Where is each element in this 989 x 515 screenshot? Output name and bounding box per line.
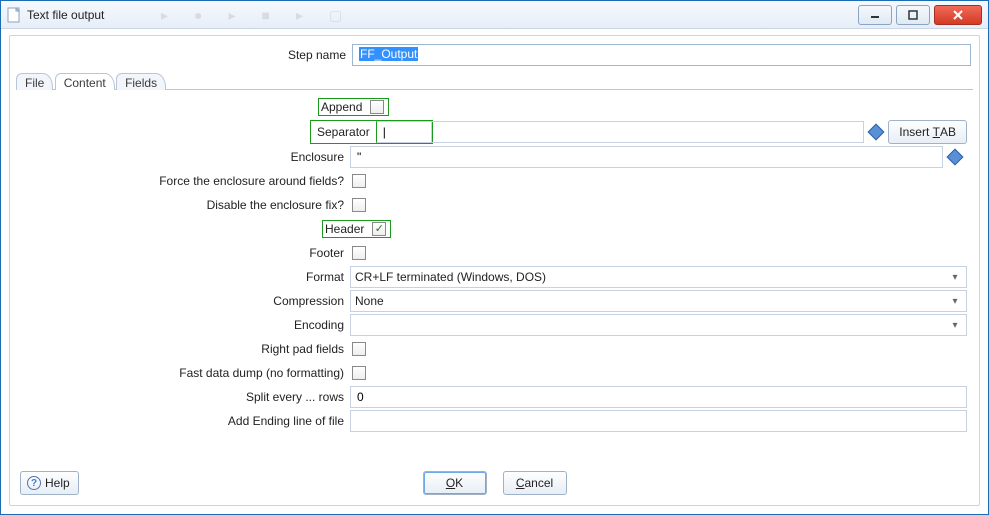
minimize-button[interactable] [858,5,892,25]
document-icon [7,7,21,23]
maximize-button[interactable] [896,5,930,25]
tab-content[interactable]: Content [55,73,115,90]
separator-row: Separator Insert TAB [22,120,967,144]
title-bar: Text file output [1,1,988,29]
compression-value: None [355,294,384,308]
fast-dump-checkbox[interactable] [352,366,366,380]
right-pad-checkbox[interactable] [352,342,366,356]
footer-row: Footer [22,242,967,264]
enclosure-input[interactable] [350,146,943,168]
separator-highlight: Separator [310,120,433,144]
help-icon: ? [27,476,41,490]
header-highlight: Header [322,220,391,238]
window-controls [854,5,982,25]
stepname-row: Step name FF_Output [18,44,971,66]
close-button[interactable] [934,5,982,25]
split-rows-row: Split every ... rows [22,386,967,408]
right-pad-row: Right pad fields [22,338,967,360]
ending-line-row: Add Ending line of file [22,410,967,432]
dialog-window: ▸●▸■▸▢ Text file output Step name FF_Out… [0,0,989,515]
header-row: Header [22,218,967,240]
format-combo[interactable]: CR+LF terminated (Windows, DOS) ▾ [350,266,967,288]
stepname-label: Step name [18,48,352,62]
ending-line-label: Add Ending line of file [22,414,350,428]
split-rows-label: Split every ... rows [22,390,350,404]
encoding-combo[interactable]: ▾ [350,314,967,336]
disable-enclosure-fix-label: Disable the enclosure fix? [22,198,350,212]
encoding-label: Encoding [22,318,350,332]
header-label: Header [325,222,370,236]
chevron-down-icon: ▾ [948,320,962,331]
chevron-down-icon: ▾ [948,272,962,283]
force-enclosure-checkbox[interactable] [352,174,366,188]
footer-label: Footer [22,246,350,260]
header-checkbox[interactable] [372,222,386,236]
help-label: Help [45,476,70,490]
disable-enclosure-fix-checkbox[interactable] [352,198,366,212]
format-value: CR+LF terminated (Windows, DOS) [355,270,546,284]
help-button[interactable]: ? Help [20,471,79,495]
content-tab-panel: Append Separator Insert TAB Enclosure [16,90,973,432]
insert-tab-button[interactable]: Insert TAB [888,120,967,144]
help-area: ? Help [20,471,79,495]
append-checkbox[interactable] [370,100,384,114]
tab-file[interactable]: File [16,73,53,90]
append-label: Append [321,100,368,114]
client-area: Step name FF_Output File Content Fields … [1,29,988,514]
format-label: Format [22,270,350,284]
footer-checkbox[interactable] [352,246,366,260]
enclosure-row: Enclosure [22,146,967,168]
compression-combo[interactable]: None ▾ [350,290,967,312]
stepname-input[interactable]: FF_Output [352,44,971,66]
dialog-footer: OK Cancel [10,471,979,495]
tab-fields[interactable]: Fields [116,73,166,90]
right-pad-label: Right pad fields [22,342,350,356]
tab-strip: File Content Fields [16,72,973,90]
variable-icon[interactable] [947,149,964,166]
inner-panel: Step name FF_Output File Content Fields … [9,35,980,506]
separator-input-ext[interactable] [432,121,865,143]
encoding-row: Encoding ▾ [22,314,967,336]
variable-icon[interactable] [868,124,885,141]
enclosure-label: Enclosure [22,150,350,164]
ok-button[interactable]: OK [423,471,487,495]
append-highlight: Append [318,98,389,116]
compression-label: Compression [22,294,350,308]
chevron-down-icon: ▾ [948,296,962,307]
force-enclosure-row: Force the enclosure around fields? [22,170,967,192]
fast-dump-label: Fast data dump (no formatting) [22,366,350,380]
separator-input[interactable] [376,121,432,143]
cancel-button[interactable]: Cancel [503,471,567,495]
compression-row: Compression None ▾ [22,290,967,312]
fast-dump-row: Fast data dump (no formatting) [22,362,967,384]
format-row: Format CR+LF terminated (Windows, DOS) ▾ [22,266,967,288]
force-enclosure-label: Force the enclosure around fields? [22,174,350,188]
window-title: Text file output [27,8,104,22]
append-row: Append [22,96,967,118]
ending-line-input[interactable] [350,410,967,432]
separator-label: Separator [311,123,376,141]
disable-enclosure-fix-row: Disable the enclosure fix? [22,194,967,216]
split-rows-input[interactable] [350,386,967,408]
